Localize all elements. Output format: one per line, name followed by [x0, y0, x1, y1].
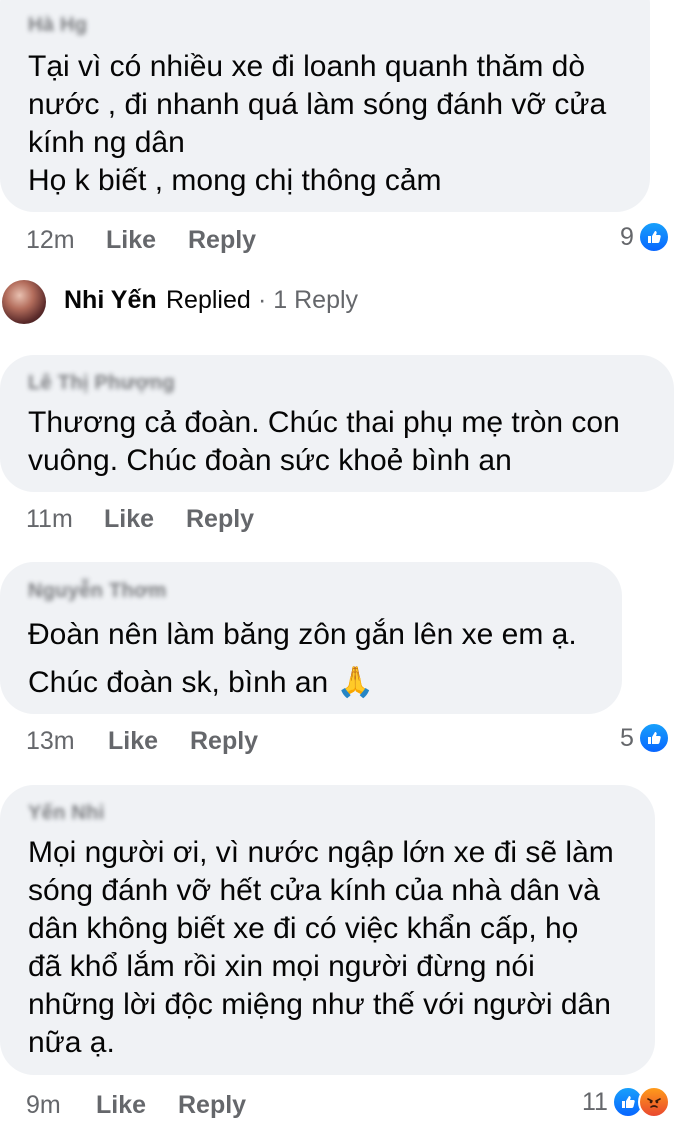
reply-button[interactable]: Reply [178, 1091, 246, 1120]
reaction-count: 5 [620, 723, 634, 752]
comment-author[interactable]: Nguyễn Thơm [28, 580, 167, 603]
reaction-summary[interactable]: 5 [620, 722, 670, 754]
comment-author[interactable]: Yến Nhi [28, 802, 105, 825]
like-button[interactable]: Like [108, 727, 158, 756]
like-button[interactable]: Like [106, 226, 156, 255]
comment-line: vuông. Chúc đoàn sức khoẻ bình an [28, 444, 512, 477]
comment-line: Họ k biết , mong chị thông cảm [28, 164, 442, 197]
comment-author[interactable]: Lê Thị Phượng [28, 372, 175, 395]
reply-button[interactable]: Reply [190, 727, 258, 756]
like-button[interactable]: Like [96, 1091, 146, 1120]
comment-text: Tại vì có nhiều xe đi loanh quanh thăm d… [28, 48, 606, 200]
angry-reaction-icon [637, 1086, 670, 1118]
reply-count-link[interactable]: · 1 Reply [258, 286, 358, 315]
comment-line: kính ng dân [28, 126, 185, 159]
like-reaction-icon [637, 722, 670, 754]
comment-line: Thương cả đoàn. Chúc thai phụ mẹ tròn co… [28, 406, 620, 439]
comment-line: Chúc đoàn sk, bình an 🙏 [28, 666, 374, 699]
comment-time[interactable]: 12m [26, 226, 75, 255]
comment-line: Đoàn nên làm băng zôn gắn lên xe em ạ. [28, 618, 577, 651]
comment-time[interactable]: 11m [26, 505, 73, 534]
comment-time[interactable]: 9m [26, 1091, 61, 1120]
reaction-summary[interactable]: 11 [582, 1086, 670, 1118]
comment-line: Tại vì có nhiều xe đi loanh quanh thăm d… [28, 50, 586, 83]
comment-text: Đoàn nên làm băng zôn gắn lên xe em ạ. C… [28, 616, 577, 702]
comment-line: đã khổ lắm rồi xin mọi người đừng nói [28, 950, 535, 983]
reply-button[interactable]: Reply [188, 226, 256, 255]
comment-author[interactable]: Hà Hg [28, 14, 87, 37]
comment-time[interactable]: 13m [26, 727, 75, 756]
comment-line: Mọi người ơi, vì nước ngập lớn xe đi sẽ … [28, 836, 614, 869]
comment-line: nước , đi nhanh quá làm sóng đánh vỡ cửa [28, 88, 607, 121]
comment-text: Thương cả đoàn. Chúc thai phụ mẹ tròn co… [28, 404, 620, 480]
comment-line: dân không biết xe đi có việc khẩn cấp, h… [28, 912, 579, 945]
like-button[interactable]: Like [104, 505, 154, 534]
avatar[interactable] [2, 280, 46, 324]
comment-line: sóng đánh vỡ hết cửa kính của nhà dân và [28, 874, 600, 907]
replier-name[interactable]: Nhi Yến [64, 286, 157, 315]
comment-text: Mọi người ơi, vì nước ngập lớn xe đi sẽ … [28, 834, 614, 1062]
comment-actions: 12m Like Reply [0, 226, 700, 258]
comment-line: nữa ạ. [28, 1026, 115, 1059]
comment-actions: 11m Like Reply [0, 505, 700, 537]
replies-row[interactable]: Nhi Yến Replied · 1 Reply [0, 272, 700, 328]
comment-actions: 13m Like Reply [0, 727, 700, 759]
like-reaction-icon [637, 221, 670, 253]
reply-button[interactable]: Reply [186, 505, 254, 534]
reaction-count: 11 [582, 1087, 608, 1116]
replied-label: Replied [166, 286, 251, 314]
reaction-summary[interactable]: 9 [620, 221, 670, 253]
reaction-count: 9 [620, 222, 634, 251]
comment-line: những lời độc miệng như thế với người dâ… [28, 988, 611, 1021]
